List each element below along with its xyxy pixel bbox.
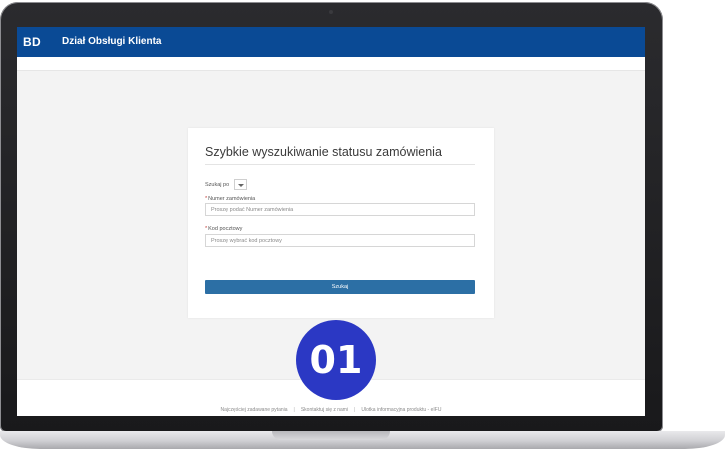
form-title: Szybkie wyszukiwanie statusu zamówienia: [205, 145, 442, 159]
footer-links: Najczęściej zadawane pytania | Skontaktuj …: [17, 407, 645, 413]
footer-separator: |: [354, 407, 356, 413]
postal-code-input[interactable]: [205, 234, 475, 247]
footer-separator: |: [293, 407, 295, 413]
sub-header: [17, 57, 645, 71]
footer-link-faq[interactable]: Najczęściej zadawane pytania: [221, 407, 288, 413]
step-badge: 01: [296, 320, 376, 400]
stage: BD Dział Obsługi Klienta Szybkie wyszuki…: [0, 0, 725, 457]
order-number-input[interactable]: [205, 203, 475, 216]
search-card: Szybkie wyszukiwanie statusu zamówienia …: [188, 128, 494, 318]
camera-icon: [329, 10, 333, 14]
search-by-select[interactable]: [234, 179, 247, 190]
header-bar: BD Dział Obsługi Klienta: [17, 27, 645, 57]
divider: [205, 164, 475, 165]
brand-logo[interactable]: BD: [23, 35, 41, 49]
search-by-label: Szukaj po: [205, 182, 230, 188]
footer-link-contact[interactable]: Skontaktuj się z nami: [301, 407, 348, 413]
search-button[interactable]: Szukaj: [205, 280, 475, 294]
postal-code-label: *Kod pocztowy: [205, 226, 243, 232]
order-number-label: *Numer zamówienia: [205, 196, 256, 202]
app-title: Dział Obsługi Klienta: [62, 36, 162, 47]
footer-link-eifu[interactable]: Ulotka informacyjna produktu - eIFU: [361, 407, 441, 413]
laptop-notch: [272, 431, 390, 440]
chevron-down-icon: [238, 184, 244, 187]
